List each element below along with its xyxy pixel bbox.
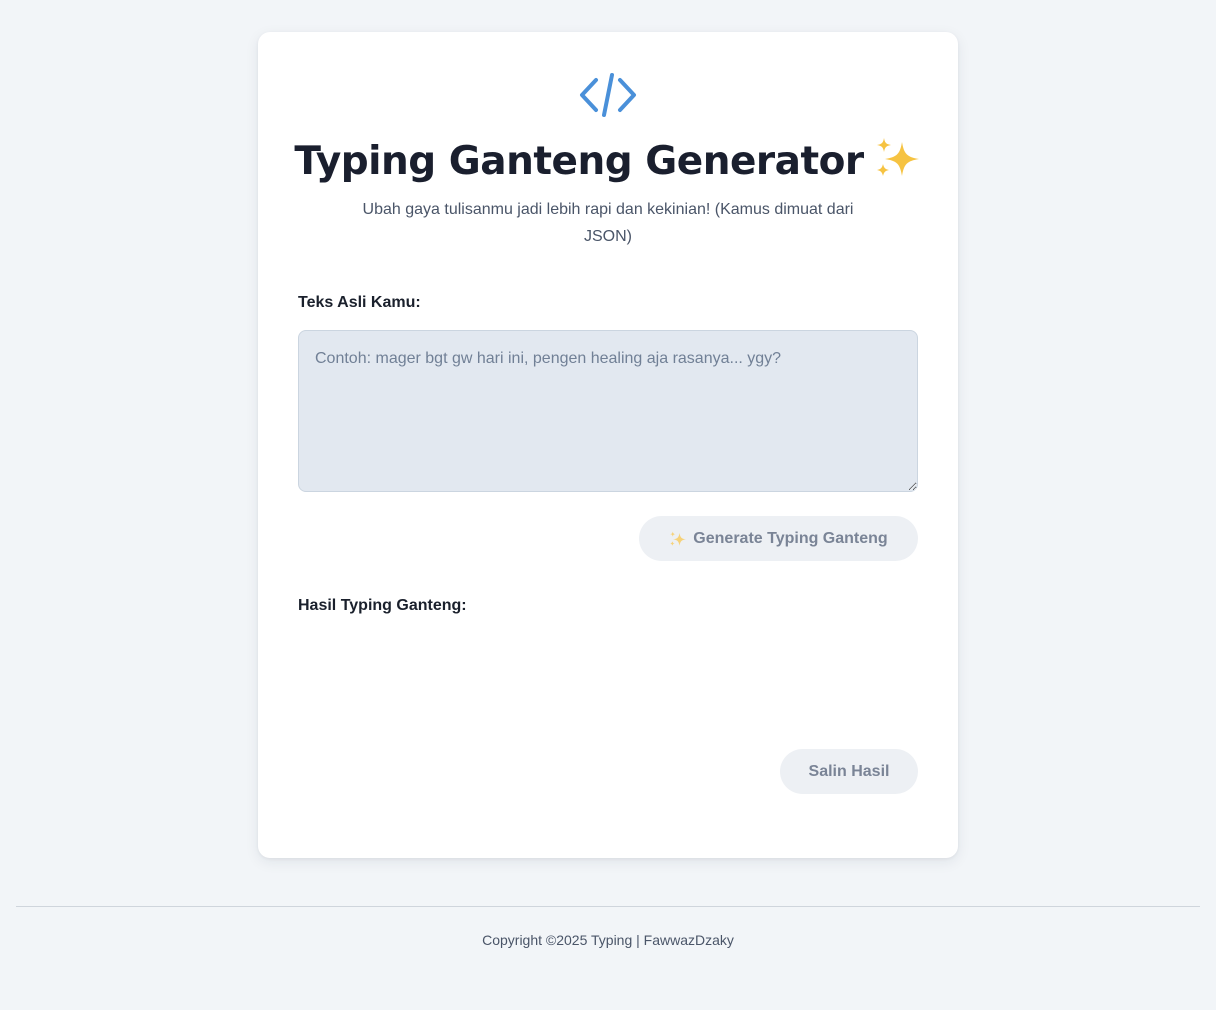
input-label: Teks Asli Kamu: [298,294,421,311]
page-title-text: Typing Ganteng Generator [294,139,864,184]
sparkles-icon [670,531,687,546]
copy-result-button[interactable]: Salin Hasil [780,749,918,794]
generate-button[interactable]: Generate Typing Ganteng [639,516,918,561]
sparkles-icon [876,138,919,176]
code-icon [580,73,636,117]
footer-divider [16,906,1200,907]
result-label: Hasil Typing Ganteng: [298,597,467,614]
page-title: Typing Ganteng Generator [258,136,958,187]
original-text-input[interactable] [298,330,918,492]
page-subtitle: Ubah gaya tulisanmu jadi lebih rapi dan … [362,201,854,245]
copy-button-label: Salin Hasil [808,762,890,780]
result-output [298,628,918,728]
generate-button-label: Generate Typing Ganteng [693,529,888,547]
generator-card: Typing Ganteng Generator Ubah gaya tulis… [258,32,958,858]
footer-copyright: Copyright ©2025 Typing | FawwazDzaky [482,932,734,948]
